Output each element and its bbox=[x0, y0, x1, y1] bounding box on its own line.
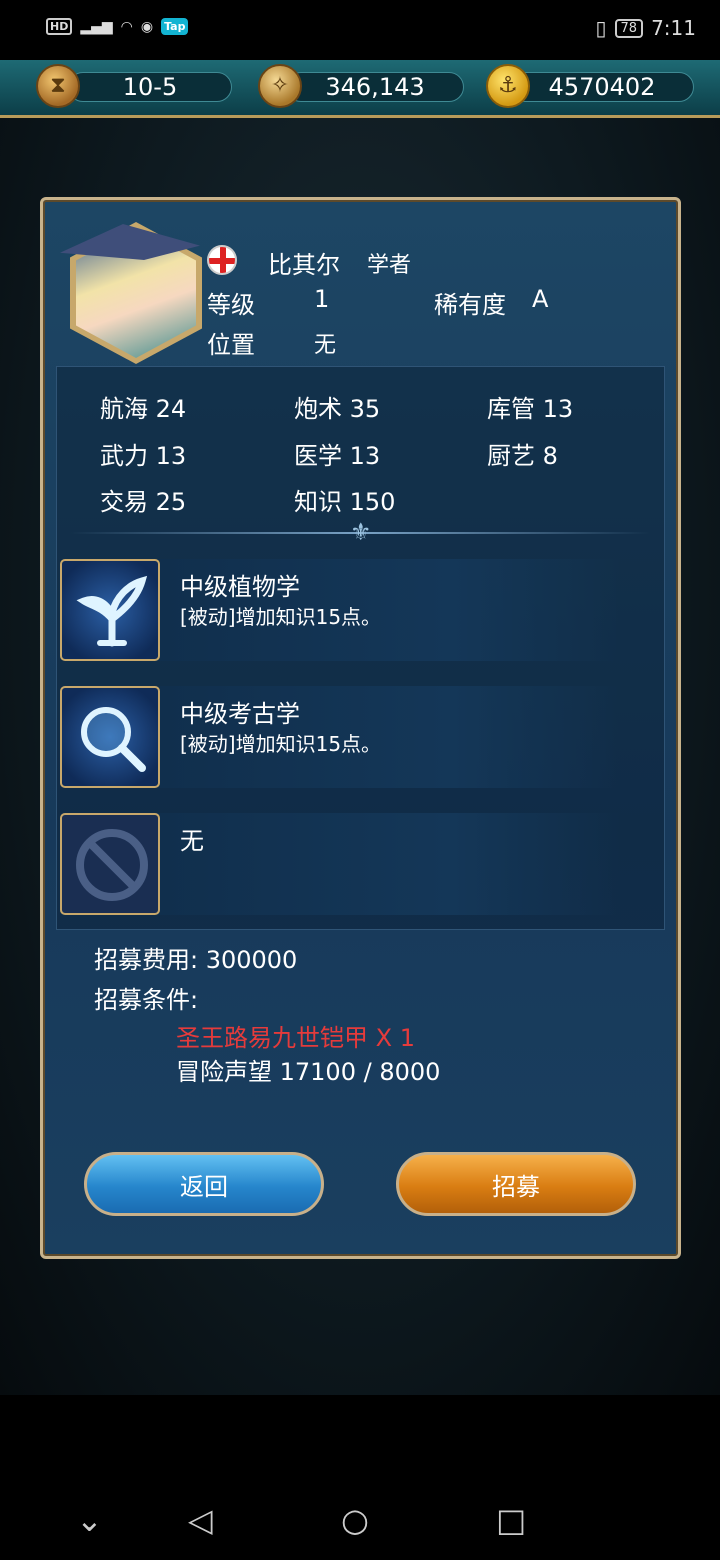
rarity-value: A bbox=[532, 285, 549, 313]
magnifier-icon bbox=[60, 686, 160, 788]
vibrate-icon: ▯ bbox=[595, 16, 607, 40]
hourglass-icon: ⧗ bbox=[36, 64, 80, 108]
stat-trade: 交易 25 bbox=[100, 488, 187, 516]
wifi-icon: ◠ bbox=[120, 18, 133, 35]
skill-name: 中级植物学 bbox=[180, 573, 300, 601]
eye-icon: ◉ bbox=[140, 18, 154, 35]
divider-ornament-icon: ⚜ bbox=[350, 518, 372, 546]
skill-desc: [被动]增加知识15点。 bbox=[180, 605, 382, 629]
status-right: ▯ 78 7:11 bbox=[596, 16, 696, 40]
status-left: HD ▂▄▆ ◠ ◉ Tap bbox=[46, 18, 189, 35]
back-button-label: 返回 bbox=[180, 1172, 228, 1201]
condition-reputation: 冒险声望 17100 / 8000 bbox=[176, 1058, 441, 1086]
home-nav-icon[interactable]: ○ bbox=[341, 1500, 369, 1540]
back-button[interactable]: 返回 bbox=[84, 1152, 324, 1216]
recruit-conditions-label: 招募条件: bbox=[94, 986, 199, 1014]
level-value: 1 bbox=[314, 285, 330, 313]
stat-storage: 库管 13 bbox=[487, 395, 574, 423]
plant-icon bbox=[60, 559, 160, 661]
hd-badge: HD bbox=[46, 18, 73, 35]
level-label: 等级 bbox=[207, 291, 255, 319]
recruit-button[interactable]: 招募 bbox=[396, 1152, 636, 1216]
compass-icon: ✧ bbox=[258, 64, 302, 108]
tap-app-icon: Tap bbox=[161, 18, 189, 35]
status-bar: HD ▂▄▆ ◠ ◉ Tap ▯ 78 7:11 bbox=[0, 0, 720, 60]
stat-force: 武力 13 bbox=[100, 442, 187, 470]
recruit-cost: 招募费用: 300000 bbox=[94, 946, 298, 974]
rarity-label: 稀有度 bbox=[434, 291, 506, 319]
back-nav-icon[interactable]: ◁ bbox=[188, 1500, 213, 1540]
position-label: 位置 bbox=[207, 331, 255, 359]
silver-value: 346,143 bbox=[325, 73, 425, 101]
condition-item: 圣王路易九世铠甲 X 1 bbox=[176, 1024, 415, 1052]
gold-value: 4570402 bbox=[548, 73, 656, 101]
skill-name: 无 bbox=[180, 827, 204, 855]
stat-medicine: 医学 13 bbox=[294, 442, 381, 470]
skill-slot-2[interactable]: 中级考古学 [被动]增加知识15点。 bbox=[60, 686, 620, 788]
skill-slot-3[interactable]: 无 bbox=[60, 813, 620, 915]
anchor-coin-icon: ⚓ bbox=[486, 64, 530, 108]
signal-icon: ▂▄▆ bbox=[80, 18, 113, 35]
resource-bar: 10-5 ⧗ 346,143 ✧ 4570402 ⚓ bbox=[0, 60, 720, 118]
england-flag-icon bbox=[207, 245, 237, 275]
recruit-button-label: 招募 bbox=[492, 1172, 540, 1201]
battery-indicator: 78 bbox=[614, 18, 644, 38]
stage-value: 10-5 bbox=[122, 73, 178, 101]
recents-nav-icon[interactable]: □ bbox=[496, 1500, 526, 1540]
character-profession: 学者 bbox=[367, 253, 412, 278]
stat-knowledge: 知识 150 bbox=[294, 488, 396, 516]
stage-display: 10-5 bbox=[68, 72, 232, 102]
position-value: 无 bbox=[314, 333, 337, 358]
skill-name: 中级考古学 bbox=[180, 700, 300, 728]
character-name: 比其尔 bbox=[268, 251, 340, 279]
stat-gunnery: 炮术 35 bbox=[294, 395, 381, 423]
stat-navigation: 航海 24 bbox=[100, 395, 187, 423]
stat-cooking: 厨艺 8 bbox=[487, 442, 558, 470]
silver-display: 346,143 bbox=[286, 72, 464, 102]
hide-keyboard-icon[interactable]: ⌄ bbox=[76, 1500, 103, 1540]
skill-slot-1[interactable]: 中级植物学 [被动]增加知识15点。 bbox=[60, 559, 620, 661]
time: 7:11 bbox=[651, 16, 696, 40]
gold-display: 4570402 bbox=[510, 72, 694, 102]
empty-slot-icon bbox=[60, 813, 160, 915]
skill-desc: [被动]增加知识15点。 bbox=[180, 732, 382, 756]
